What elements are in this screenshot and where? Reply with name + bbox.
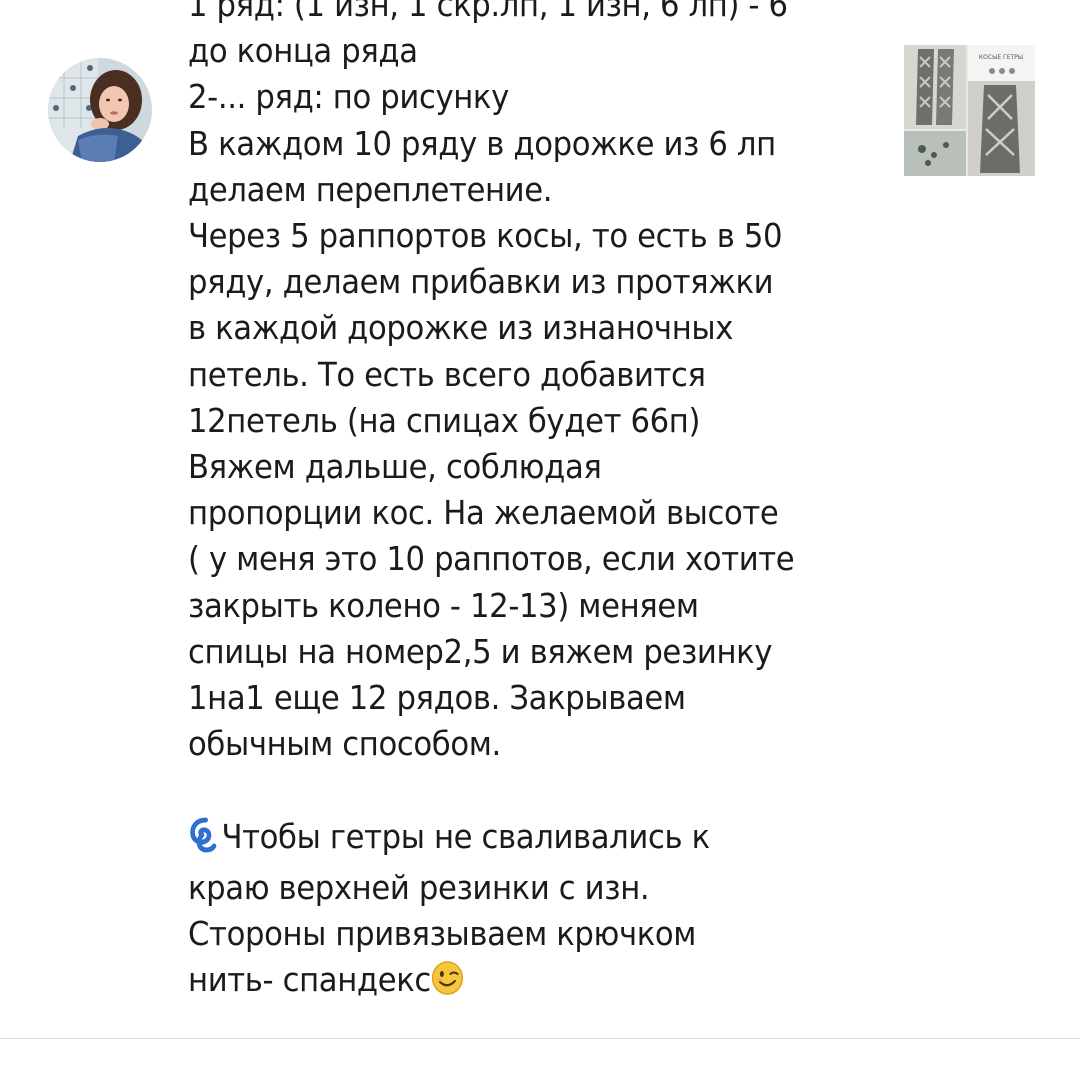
thumbnail-caption: КОСЫЕ ГЕТРЫ bbox=[979, 54, 1023, 61]
comment-line: ( у меня это 10 раппотов, если хотите bbox=[188, 539, 795, 579]
divider bbox=[0, 1038, 1080, 1039]
comment-line: закрыть колено - 12-13) меняем bbox=[188, 585, 699, 625]
cyclone-emoji-icon bbox=[188, 817, 220, 865]
avatar[interactable] bbox=[48, 58, 152, 162]
comment-line: обычным способом. bbox=[188, 724, 501, 764]
comment-line: ряду, делаем прибавки из протяжки bbox=[188, 262, 774, 302]
winking-face-emoji-icon bbox=[431, 960, 464, 1008]
comment-line: спицы на номер2,5 и вяжем резинку bbox=[188, 631, 773, 671]
comment-line: петель. То есть всего добавится bbox=[188, 354, 706, 394]
comment-line-empty bbox=[188, 767, 839, 813]
comment-line: делаем переплетение. bbox=[188, 169, 553, 209]
comment-line: 1на1 еще 12 рядов. Закрываем bbox=[188, 678, 686, 718]
comment-line: 1 ряд: (1 изн, 1 скр.лп, 1 изн, 6 лп) - … bbox=[188, 0, 788, 24]
post-thumbnail[interactable]: КОСЫЕ ГЕТРЫ bbox=[904, 45, 1035, 176]
comment-line: 12петель (на спицах будет 66п) bbox=[188, 400, 701, 440]
comment-line-text: нить- спандекс bbox=[188, 960, 431, 1000]
comment-screen: 1 ряд: (1 изн, 1 скр.лп, 1 изн, 6 лп) - … bbox=[0, 0, 1080, 1080]
comment-line: Стороны привязываем крючком bbox=[188, 914, 697, 954]
comment-line: пропорции кос. На желаемой высоте bbox=[188, 493, 779, 533]
comment-body: 1 ряд: (1 изн, 1 скр.лп, 1 изн, 6 лп) - … bbox=[188, 0, 839, 1008]
comment-line-with-emoji: нить- спандекс bbox=[188, 957, 839, 1008]
comment-line: Вяжем дальше, соблюдая bbox=[188, 447, 602, 487]
comment-line: до конца ряда bbox=[188, 31, 418, 71]
comment-line: в каждой дорожке из изнаночных bbox=[188, 308, 734, 348]
comment-line: Через 5 раппортов косы, то есть в 50 bbox=[188, 216, 783, 256]
comment-line-text: Чтобы гетры не сваливались к bbox=[221, 816, 710, 856]
comment-line-with-emoji: Чтобы гетры не сваливались к bbox=[188, 814, 839, 865]
comment-line: краю верхней резинки с изн. bbox=[188, 867, 650, 907]
comment-line: В каждом 10 ряду в дорожке из 6 лп bbox=[188, 123, 776, 163]
comment-line: 2-... ряд: по рисунку bbox=[188, 77, 509, 117]
